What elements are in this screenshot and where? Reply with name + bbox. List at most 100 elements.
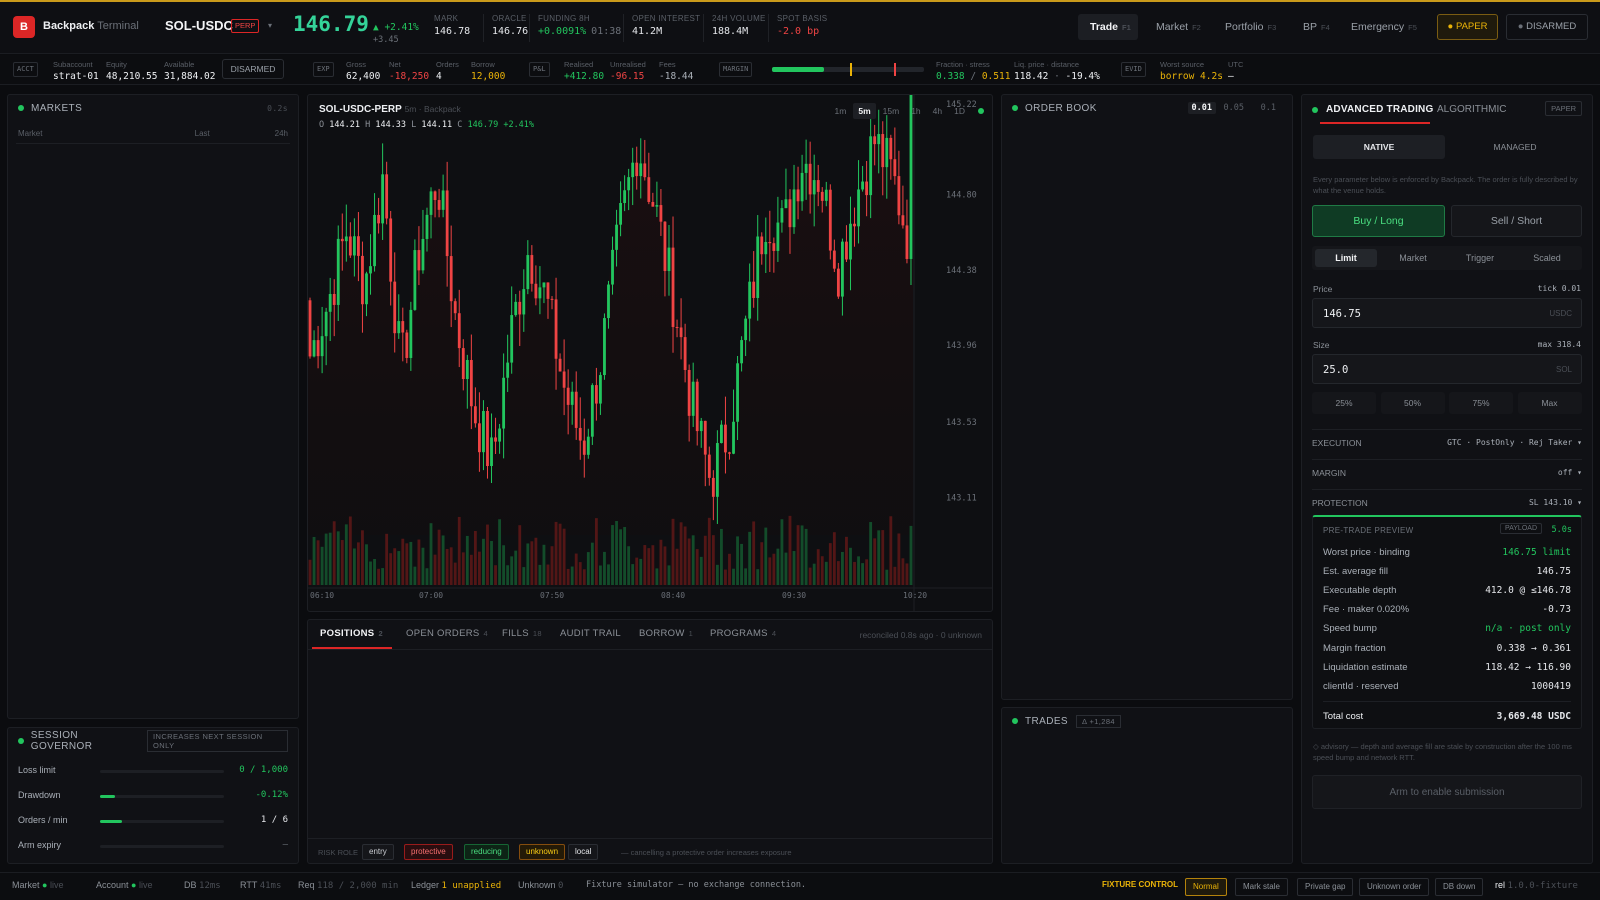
order-type-scaled[interactable]: Scaled bbox=[1516, 249, 1578, 267]
chevron-down-icon[interactable]: ▾ bbox=[268, 21, 272, 30]
paper-mode-button[interactable]: ● PAPER bbox=[1437, 14, 1498, 40]
tick-size-0.01[interactable]: 0.01 bbox=[1187, 102, 1216, 114]
nav-emergency[interactable]: Emergency F5 bbox=[1341, 14, 1427, 40]
protection-select[interactable]: PROTECTION SL 143.10 ▾ bbox=[1312, 489, 1582, 515]
volume-bar bbox=[784, 552, 788, 585]
candle-body bbox=[582, 440, 586, 455]
execution-select[interactable]: EXECUTION GTC · PostOnly · Rej Taker ▾ bbox=[1312, 429, 1582, 455]
volume-bar bbox=[619, 529, 622, 585]
size-input[interactable]: 25.0 SOL bbox=[1312, 354, 1582, 384]
perp-badge: PERP bbox=[231, 19, 260, 33]
volume-bar bbox=[312, 536, 316, 585]
candle-body bbox=[534, 283, 538, 299]
order-type-market[interactable]: Market bbox=[1382, 249, 1444, 267]
nav-key: F2 bbox=[1192, 23, 1201, 32]
disarmed-button[interactable]: DISARMED bbox=[222, 59, 284, 79]
tab-fills[interactable]: FILLS 18 bbox=[502, 628, 542, 639]
nav-portfolio[interactable]: Portfolio F3 bbox=[1215, 14, 1286, 40]
sell-short-button[interactable]: Sell / Short bbox=[1451, 205, 1582, 237]
tab-label: AUDIT TRAIL bbox=[560, 628, 622, 639]
gross-value: 62,400 bbox=[346, 71, 381, 82]
candle-body bbox=[885, 137, 889, 168]
time-tick: 10:20 bbox=[903, 591, 927, 600]
volume-bar bbox=[780, 519, 784, 585]
tab-algorithmic[interactable]: ALGORITHMIC bbox=[1437, 104, 1506, 115]
stat-extra: 01:38 bbox=[591, 26, 622, 37]
governor-row-label: Drawdown bbox=[18, 790, 61, 800]
size-pct-50[interactable]: 50% bbox=[1380, 392, 1445, 414]
volume-bar bbox=[800, 525, 804, 585]
orderbook-title: ORDER BOOK bbox=[1025, 102, 1097, 114]
size-pct-25[interactable]: 25% bbox=[1312, 392, 1376, 414]
volume-bar bbox=[683, 526, 687, 585]
price-input[interactable]: 146.75 USDC bbox=[1312, 298, 1582, 328]
arm-submit-button[interactable]: Arm to enable submission bbox=[1312, 775, 1582, 809]
candle-body bbox=[405, 332, 409, 358]
tab-borrow[interactable]: BORROW 1 bbox=[639, 628, 693, 639]
volume-bar bbox=[417, 539, 421, 585]
realised-value: +412.80 bbox=[564, 71, 605, 82]
volume-bar bbox=[409, 541, 413, 585]
preview-row: Margin fraction 0.338 → 0.361 bbox=[1323, 639, 1571, 657]
volume-bar bbox=[352, 548, 356, 585]
tab-open-orders[interactable]: OPEN ORDERS 4 bbox=[406, 628, 488, 639]
nav-market[interactable]: Market F2 bbox=[1146, 14, 1211, 40]
nav-trade[interactable]: Trade F1 bbox=[1080, 14, 1141, 40]
interval-1h[interactable]: 1h bbox=[906, 103, 925, 119]
symbol-selector[interactable]: SOL-USDC bbox=[165, 18, 233, 33]
fixture-normal[interactable]: Normal bbox=[1185, 878, 1227, 896]
candle-body bbox=[449, 256, 453, 302]
fixture-private-gap[interactable]: Private gap bbox=[1297, 878, 1354, 896]
tab-label: POSITIONS bbox=[320, 628, 375, 639]
nav-bp[interactable]: BP F4 bbox=[1293, 14, 1340, 40]
payload-button[interactable]: PAYLOAD bbox=[1499, 523, 1542, 534]
worst-source-label: Worst source bbox=[1160, 60, 1205, 69]
fixture-db-down[interactable]: DB down bbox=[1435, 878, 1484, 896]
tick-size-0.1[interactable]: 0.1 bbox=[1257, 102, 1280, 114]
governor-row-bar bbox=[100, 770, 224, 773]
native-toggle[interactable]: NATIVE bbox=[1313, 135, 1445, 159]
volume-bar bbox=[744, 568, 748, 585]
governor-row-bar-fill bbox=[100, 795, 115, 798]
chevron-down-icon: ▾ bbox=[1577, 498, 1582, 507]
fixture-unknown-order[interactable]: Unknown order bbox=[1359, 878, 1430, 896]
margin-select[interactable]: MARGIN off ▾ bbox=[1312, 459, 1582, 485]
account-metrics-bar: ACCT Subaccount strat-01 Equity 48,210.55 … bbox=[0, 55, 1600, 85]
interval-1D[interactable]: 1D bbox=[949, 103, 970, 119]
tab-programs[interactable]: PROGRAMS 4 bbox=[710, 628, 776, 639]
volume-bar bbox=[308, 559, 312, 585]
candle-body bbox=[720, 424, 723, 444]
size-pct-75[interactable]: 75% bbox=[1449, 392, 1513, 414]
stat-mark: MARK 146.78 bbox=[434, 14, 470, 37]
interval-15m[interactable]: 15m bbox=[878, 103, 905, 119]
buy-long-button[interactable]: Buy / Long bbox=[1312, 205, 1445, 237]
price-chart[interactable]: 144.80144.38143.96143.53143.11145.2206:1… bbox=[308, 95, 993, 612]
order-type-limit[interactable]: Limit bbox=[1315, 249, 1377, 267]
volume-bar bbox=[393, 548, 397, 585]
tab-positions[interactable]: POSITIONS 2 bbox=[320, 628, 383, 639]
order-type-trigger[interactable]: Trigger bbox=[1449, 249, 1511, 267]
interval-1m[interactable]: 1m bbox=[830, 103, 852, 119]
volume-bar bbox=[720, 528, 723, 585]
tab-count: 1 bbox=[688, 629, 694, 638]
volume-bar bbox=[736, 536, 739, 585]
candle-body bbox=[324, 311, 328, 337]
managed-toggle[interactable]: MANAGED bbox=[1448, 135, 1582, 159]
tick-size-0.05[interactable]: 0.05 bbox=[1220, 102, 1248, 114]
volume-bar bbox=[909, 525, 913, 585]
candle-body bbox=[607, 284, 610, 319]
tab-audit-trail[interactable]: AUDIT TRAIL bbox=[560, 628, 621, 639]
disarmed-mode-button[interactable]: ● DISARMED bbox=[1506, 14, 1588, 40]
preview-value: 146.75 bbox=[1536, 565, 1571, 577]
volume-bar bbox=[877, 530, 881, 585]
stat-label: SPOT BASIS bbox=[777, 14, 828, 23]
candle-body bbox=[320, 336, 324, 357]
tab-advanced-trading[interactable]: ADVANCED TRADING bbox=[1326, 104, 1433, 115]
interval-5m[interactable]: 5m bbox=[853, 103, 876, 119]
candle-body bbox=[756, 236, 760, 298]
volume-bar bbox=[756, 569, 760, 585]
fixture-mark-stale[interactable]: Mark stale bbox=[1235, 878, 1288, 896]
risk-pill-local: local bbox=[568, 844, 599, 860]
interval-4h[interactable]: 4h bbox=[928, 103, 947, 119]
size-pct-max[interactable]: Max bbox=[1517, 392, 1582, 414]
